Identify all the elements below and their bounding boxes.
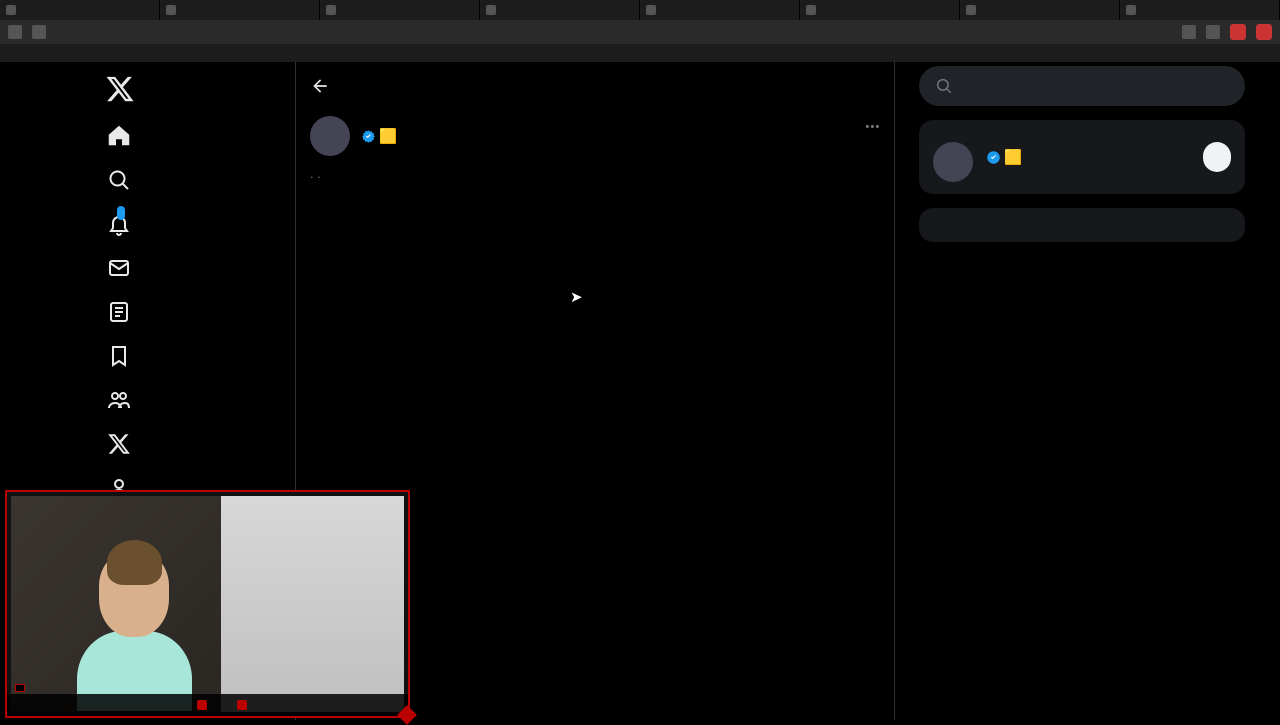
follow-cta [237, 700, 247, 710]
avatar[interactable] [310, 116, 350, 156]
favicon [646, 5, 656, 15]
search-icon [107, 168, 131, 192]
browser-tab[interactable] [0, 0, 160, 20]
avatar[interactable] [933, 142, 973, 182]
browser-tab[interactable] [320, 0, 480, 20]
nav-bookmarks[interactable] [95, 334, 287, 378]
nav-communities[interactable] [95, 378, 287, 422]
nav-notifications[interactable] [95, 202, 287, 246]
browser-tab[interactable] [160, 0, 320, 20]
verified-icon [986, 150, 1001, 165]
browser-tab[interactable] [640, 0, 800, 20]
browser-tab[interactable] [480, 0, 640, 20]
bookmarks-bar [0, 44, 1280, 62]
secondary-feed [221, 496, 404, 712]
notification-badge [117, 206, 125, 220]
people-icon [107, 388, 131, 412]
nav-premium[interactable] [95, 422, 287, 466]
verified-icon [361, 129, 376, 144]
nav-messages[interactable] [95, 246, 287, 290]
relevant-person[interactable]: 🟨 [933, 142, 1231, 182]
webcam-feed [11, 496, 221, 712]
favicon [1126, 5, 1136, 15]
favicon [806, 5, 816, 15]
nav-home[interactable] [95, 114, 287, 158]
overlay-logo [15, 684, 25, 692]
back-arrow-icon[interactable] [310, 76, 330, 96]
mail-icon [107, 256, 131, 280]
favicon [326, 5, 336, 15]
favicon [166, 5, 176, 15]
favicon [486, 5, 496, 15]
x-logo-icon[interactable] [105, 74, 135, 104]
extension-icon[interactable] [1256, 24, 1272, 40]
person-name: 🟨 [983, 149, 1022, 166]
header [296, 62, 894, 110]
nav-lists[interactable] [95, 290, 287, 334]
badge-icon: 🟨 [379, 128, 397, 145]
reader-icon[interactable] [8, 25, 22, 39]
tweet-author[interactable]: 🟨 ••• [310, 116, 880, 156]
share-icon[interactable] [1206, 25, 1220, 39]
search-icon [935, 77, 953, 95]
search-box[interactable] [919, 66, 1245, 106]
x-icon [107, 432, 131, 456]
relevant-people-card: 🟨 [919, 120, 1245, 194]
overlay-lower-third [7, 694, 408, 716]
follow-button[interactable] [1203, 142, 1231, 172]
address-bar [0, 20, 1280, 44]
favicon [6, 5, 16, 15]
tweet: 🟨 ••• · · [296, 110, 894, 196]
subscribe-cta [197, 700, 207, 710]
home-icon [107, 124, 131, 148]
right-sidebar: 🟨 [895, 62, 1245, 720]
browser-tab[interactable] [1120, 0, 1280, 20]
bookmark-icon [107, 344, 131, 368]
tweet-meta: · · [310, 170, 880, 186]
browser-tab[interactable] [960, 0, 1120, 20]
badge-icon: 🟨 [1004, 149, 1022, 166]
site-lock-icon[interactable] [32, 25, 46, 39]
favicon [966, 5, 976, 15]
search-input[interactable] [965, 78, 1229, 94]
extension-icon[interactable] [1230, 24, 1246, 40]
webcam-overlay [5, 490, 410, 718]
trends-card [919, 208, 1245, 242]
browser-tab-strip [0, 0, 1280, 20]
pip-icon[interactable] [1182, 25, 1196, 39]
nav-explore[interactable] [95, 158, 287, 202]
browser-tab[interactable] [800, 0, 960, 20]
list-icon [107, 300, 131, 324]
author-name: 🟨 [358, 128, 397, 145]
more-icon[interactable]: ••• [865, 118, 880, 136]
